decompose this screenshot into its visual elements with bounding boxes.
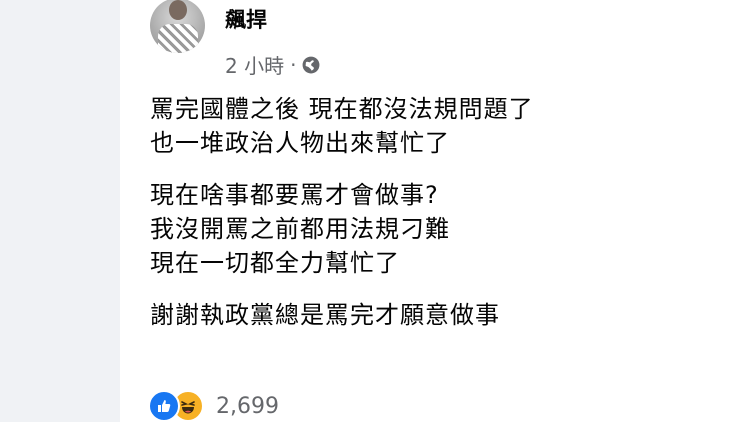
post-meta: 2 小時 · — [225, 50, 320, 79]
avatar-head — [169, 0, 187, 20]
meta-separator: · — [290, 52, 297, 77]
post-line: 謝謝執政黨總是罵完才願意做事 — [150, 301, 500, 329]
like-icon — [148, 390, 180, 422]
avatar-shirt — [158, 24, 198, 53]
post-line: 現在啥事都要罵才會做事? — [150, 181, 439, 209]
post-line: 現在一切都全力幫忙了 — [150, 249, 400, 277]
post-line: 也一堆政治人物出來幫忙了 — [150, 129, 450, 157]
globe-icon[interactable] — [302, 56, 320, 74]
post-line: 我沒開罵之前都用法規刁難 — [150, 215, 450, 243]
paragraph-2: 現在啥事都要罵才會做事? 我沒開罵之前都用法規刁難 現在一切都全力幫忙了 — [150, 178, 730, 280]
reactions-summary[interactable]: 2,699 — [148, 390, 279, 422]
post-content: 罵完國體之後 現在都沒法規問題了 也一堆政治人物出來幫忙了 現在啥事都要罵才會做… — [150, 92, 730, 350]
post-timestamp[interactable]: 2 小時 — [225, 50, 284, 79]
post-card: 飆捍 2 小時 · 罵完國體之後 現在都沒法規問題了 也一堆政治人物出來幫忙了 … — [120, 0, 750, 422]
author-name[interactable]: 飆捍 — [225, 4, 267, 34]
avatar[interactable] — [150, 0, 205, 53]
reaction-count[interactable]: 2,699 — [216, 394, 279, 419]
paragraph-3: 謝謝執政黨總是罵完才願意做事 — [150, 298, 730, 332]
post-line: 罵完國體之後 現在都沒法規問題了 — [150, 95, 534, 123]
paragraph-1: 罵完國體之後 現在都沒法規問題了 也一堆政治人物出來幫忙了 — [150, 92, 730, 160]
